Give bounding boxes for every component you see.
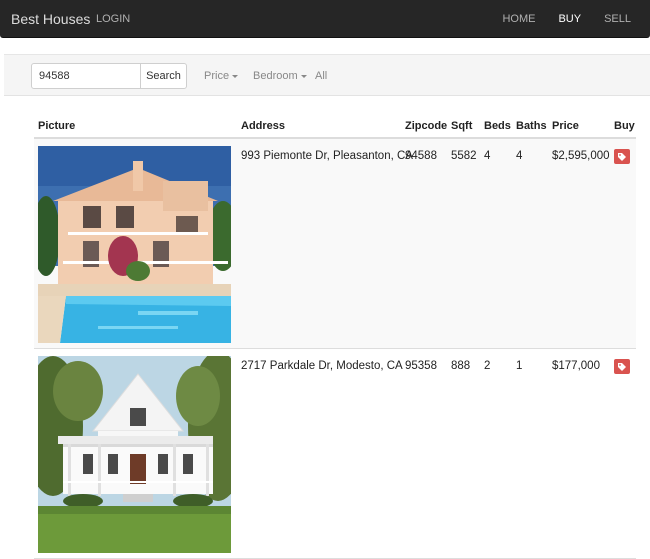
header-zipcode: Zipcode: [405, 120, 448, 132]
caret-down-icon: [300, 75, 307, 78]
price-dropdown[interactable]: Price: [204, 70, 239, 82]
table-row: 993 Piemonte Dr, Pleasanton, CA 94588 55…: [34, 139, 636, 349]
header-baths: Baths: [516, 120, 547, 132]
bedroom-dropdown-label: Bedroom: [253, 70, 298, 82]
baths-cell: 4: [516, 150, 523, 162]
header-picture: Picture: [38, 120, 76, 132]
baths-cell: 1: [516, 360, 523, 372]
price-cell: $2,595,000: [552, 150, 610, 162]
zipcode-cell: 95358: [405, 360, 437, 372]
tag-icon: [618, 152, 626, 161]
nav-links: HOME BUY SELL: [479, 13, 631, 25]
caret-down-icon: [232, 75, 239, 78]
sqft-cell: 5582: [451, 150, 477, 162]
address-cell: 2717 Parkdale Dr, Modesto, CA: [241, 360, 403, 372]
zipcode-search-input[interactable]: [31, 63, 142, 89]
table-header: Picture Address Zipcode Sqft Beds Baths …: [34, 116, 636, 139]
table-row: 2717 Parkdale Dr, Modesto, CA 95358 888 …: [34, 349, 636, 559]
zipcode-cell: 94588: [405, 150, 437, 162]
nav-home-link[interactable]: HOME: [502, 13, 535, 25]
filter-bar: Search Price Bedroom All: [4, 54, 650, 96]
header-address: Address: [241, 120, 286, 132]
price-dropdown-label: Price: [204, 70, 230, 82]
listings-table: Picture Address Zipcode Sqft Beds Baths …: [34, 116, 636, 559]
header-beds: Beds: [484, 120, 511, 132]
top-navbar: Best Houses LOGIN HOME BUY SELL: [0, 0, 650, 38]
bedroom-dropdown[interactable]: Bedroom: [253, 70, 307, 82]
house-photo: [38, 146, 231, 343]
login-link[interactable]: LOGIN: [96, 13, 130, 25]
house-photo: [38, 356, 231, 553]
tag-icon: [618, 362, 626, 371]
nav-buy-link[interactable]: BUY: [558, 13, 581, 25]
price-cell: $177,000: [552, 360, 600, 372]
address-cell: 993 Piemonte Dr, Pleasanton, CA: [241, 150, 413, 162]
header-price: Price: [552, 120, 579, 132]
brand-link[interactable]: Best Houses: [11, 11, 90, 27]
beds-cell: 4: [484, 150, 491, 162]
header-sqft: Sqft: [451, 120, 473, 132]
buy-button[interactable]: [614, 359, 630, 374]
search-button[interactable]: Search: [140, 63, 187, 89]
buy-button[interactable]: [614, 149, 630, 164]
beds-cell: 2: [484, 360, 491, 372]
sqft-cell: 888: [451, 360, 471, 372]
all-filter-link[interactable]: All: [315, 70, 327, 82]
nav-sell-link[interactable]: SELL: [604, 13, 631, 25]
header-buy: Buy: [614, 120, 635, 132]
